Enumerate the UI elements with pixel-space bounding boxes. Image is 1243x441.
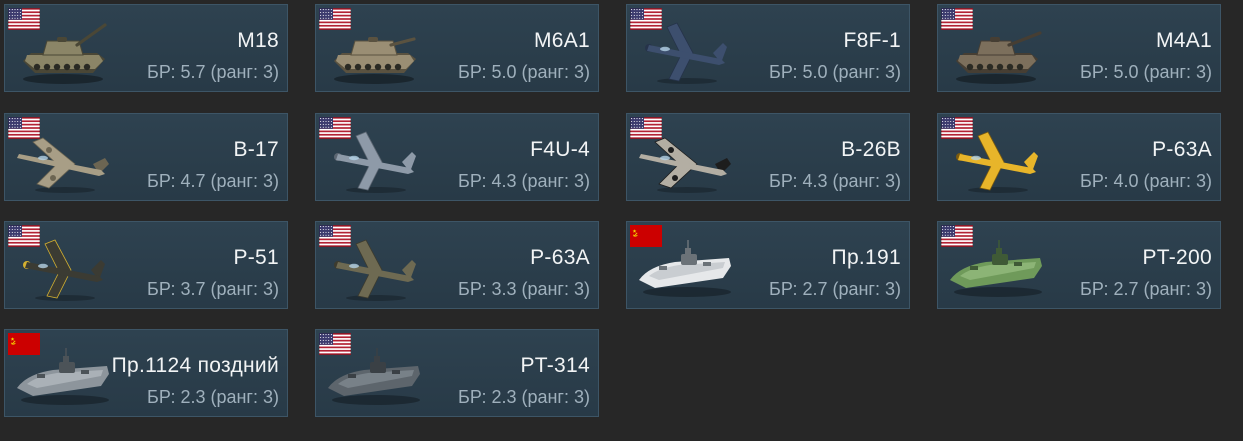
vehicle-card[interactable]: B-17 БР: 4.7 (ранг: 3) [4,113,288,201]
usa-flag-icon [319,8,351,30]
usa-flag-icon [630,8,662,30]
vehicle-card[interactable]: M6A1 БР: 5.0 (ранг: 3) [315,4,599,92]
vehicle-name: P-63A [1152,138,1212,161]
vehicle-card[interactable]: M4A1 БР: 5.0 (ранг: 3) [937,4,1221,92]
usa-flag-icon [630,117,662,139]
vehicle-card[interactable]: P-51 БР: 3.7 (ранг: 3) [4,221,288,309]
usa-flag-icon [319,333,351,355]
vehicle-card[interactable]: Пр.1124 поздний БР: 2.3 (ранг: 3) [4,329,288,417]
vehicle-name: PT-200 [1142,246,1212,269]
battle-rating: БР: 4.0 (ранг: 3) [1080,171,1212,191]
ussr-flag-icon [8,333,40,355]
battle-rating: БР: 2.3 (ранг: 3) [147,387,279,407]
usa-flag-icon [8,8,40,30]
battle-rating: БР: 5.0 (ранг: 3) [1080,62,1212,82]
vehicle-name: B-26B [841,138,901,161]
ussr-flag-icon [630,225,662,247]
vehicle-card[interactable]: F8F-1 БР: 5.0 (ранг: 3) [626,4,910,92]
vehicle-card[interactable]: B-26B БР: 4.3 (ранг: 3) [626,113,910,201]
battle-rating: БР: 3.3 (ранг: 3) [458,279,590,299]
usa-flag-icon [941,117,973,139]
vehicle-name: M6A1 [533,29,590,52]
vehicle-name: PT-314 [520,354,590,377]
vehicle-name: Пр.1124 поздний [111,354,279,377]
usa-flag-icon [941,225,973,247]
vehicle-card[interactable]: P-63A БР: 3.3 (ранг: 3) [315,221,599,309]
vehicle-name: P-63A [530,246,590,269]
vehicle-card[interactable]: Пр.191 БР: 2.7 (ранг: 3) [626,221,910,309]
battle-rating: БР: 4.3 (ранг: 3) [458,171,590,191]
vehicle-card[interactable]: PT-200 БР: 2.7 (ранг: 3) [937,221,1221,309]
vehicle-name: F4U-4 [530,138,590,161]
vehicle-card[interactable]: M18 БР: 5.7 (ранг: 3) [4,4,288,92]
battle-rating: БР: 2.7 (ранг: 3) [769,279,901,299]
vehicle-card[interactable]: PT-314 БР: 2.3 (ранг: 3) [315,329,599,417]
vehicle-name: B-17 [233,138,279,161]
battle-rating: БР: 5.0 (ранг: 3) [458,62,590,82]
usa-flag-icon [319,117,351,139]
battle-rating: БР: 5.0 (ранг: 3) [769,62,901,82]
usa-flag-icon [8,117,40,139]
battle-rating: БР: 2.7 (ранг: 3) [1080,279,1212,299]
usa-flag-icon [319,225,351,247]
vehicle-name: P-51 [233,246,279,269]
vehicle-name: F8F-1 [843,29,901,52]
battle-rating: БР: 3.7 (ранг: 3) [147,279,279,299]
vehicle-card[interactable]: F4U-4 БР: 4.3 (ранг: 3) [315,113,599,201]
vehicle-name: M18 [237,29,279,52]
vehicle-card[interactable]: P-63A БР: 4.0 (ранг: 3) [937,113,1221,201]
vehicle-grid: M18 БР: 5.7 (ранг: 3) M6A1 БР: 5.0 (ранг… [0,0,1243,441]
vehicle-name: M4A1 [1155,29,1212,52]
battle-rating: БР: 5.7 (ранг: 3) [147,62,279,82]
usa-flag-icon [941,8,973,30]
battle-rating: БР: 4.3 (ранг: 3) [769,171,901,191]
battle-rating: БР: 2.3 (ранг: 3) [458,387,590,407]
battle-rating: БР: 4.7 (ранг: 3) [147,171,279,191]
usa-flag-icon [8,225,40,247]
vehicle-name: Пр.191 [831,246,901,269]
